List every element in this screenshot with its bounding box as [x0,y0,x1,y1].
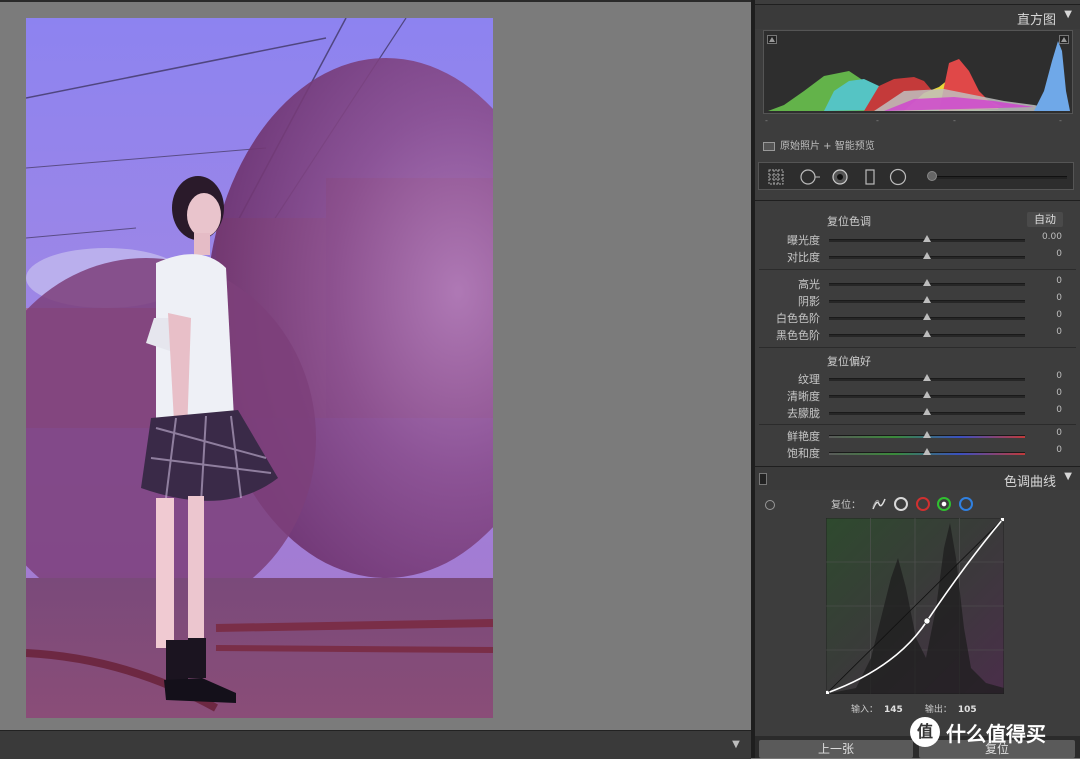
slider-knob[interactable] [923,431,931,438]
shadow-clipping-indicator-icon[interactable] [767,35,777,44]
slider-label: 黑色色阶 [776,329,820,342]
slider-label: 纹理 [798,373,820,386]
slider-knob[interactable] [923,296,931,303]
histogram [763,30,1073,114]
tone-curve-panel: 复位： 输入： 145 输出： 105 [755,490,1080,725]
rgb-channel-icon[interactable] [894,496,908,511]
watermark-logo: 值 [910,717,940,747]
slider-value[interactable]: 0 [1056,388,1062,398]
divider [759,347,1076,348]
slider-knob[interactable] [923,330,931,337]
whites-slider[interactable]: 白色色阶 0 [755,309,1080,325]
tool-strip [758,162,1074,190]
radial-filter-icon[interactable] [889,168,907,186]
tone-curve-header[interactable]: 色调曲线 ▼ [755,466,1080,491]
histogram-title: 直方图 [1016,13,1056,28]
slider-value[interactable]: 0 [1056,428,1062,438]
collapse-arrow-icon[interactable]: ▼ [1064,471,1072,482]
blue-channel-icon[interactable] [958,496,973,511]
preview-status-icon [763,141,775,151]
slider-value[interactable]: 0 [1056,327,1062,337]
target-adjustment-icon[interactable] [765,500,775,510]
curve-reset-label[interactable]: 复位： [831,500,861,511]
histogram-header[interactable]: 直方图 ▼ [755,4,1080,29]
slider-value[interactable]: 0 [1056,310,1062,320]
histogram-tick: - [765,116,768,125]
slider-knob[interactable] [923,313,931,320]
red-channel-icon[interactable] [915,496,930,511]
tool-amount-track[interactable] [927,176,1067,179]
slider-value[interactable]: 0 [1056,276,1062,286]
vibrance-slider[interactable]: 鲜艳度 0 [755,427,1080,443]
parametric-curve-icon[interactable] [871,497,887,511]
highlight-clipping-indicator-icon[interactable] [1059,35,1069,44]
develop-panel: 直方图 ▼ - - - - 原始照片 + 智能预览 复位色调 自动 曝光度 0.… [755,0,1080,758]
exposure-slider[interactable]: 曝光度 0.00 [755,231,1080,247]
slider-knob[interactable] [923,235,931,242]
graduated-filter-icon[interactable] [861,168,879,186]
slider-knob[interactable] [923,448,931,455]
clarity-slider[interactable]: 清晰度 0 [755,387,1080,403]
reset-tone-button[interactable]: 复位色调 [827,213,871,229]
photo-preview[interactable] [26,18,493,718]
green-channel-icon[interactable] [937,496,951,511]
divider [759,269,1076,270]
auto-tone-button[interactable]: 自动 [1027,212,1063,227]
slider-label: 饱和度 [787,447,820,460]
contrast-slider[interactable]: 对比度 0 [755,248,1080,264]
watermark-text: 什么值得买 [946,721,1046,746]
crop-overlay-icon[interactable] [767,168,785,186]
texture-slider[interactable]: 纹理 0 [755,370,1080,386]
blacks-slider[interactable]: 黑色色阶 0 [755,326,1080,342]
slider-label: 白色色阶 [776,312,820,325]
divider [759,424,1076,425]
input-value: 145 [884,705,903,715]
panel-switch-icon[interactable] [759,473,767,485]
original-photo-info: 原始照片 + 智能预览 [763,137,875,152]
slider-knob[interactable] [923,391,931,398]
highlights-slider[interactable]: 高光 0 [755,275,1080,291]
histogram-tick: - [876,116,879,125]
saturation-slider[interactable]: 饱和度 0 [755,444,1080,460]
slider-knob[interactable] [923,252,931,259]
slider-value[interactable]: 0 [1056,445,1062,455]
previous-button[interactable]: 上一张 [759,740,913,758]
red-eye-icon[interactable] [831,168,849,186]
histogram-tick-marks: - - - - [763,116,1073,126]
slider-label: 清晰度 [787,390,820,403]
slider-label: 去朦胧 [787,407,820,420]
dehaze-slider[interactable]: 去朦胧 0 [755,404,1080,420]
photo-viewer [0,0,751,730]
histogram-tick: - [953,116,956,125]
slider-knob[interactable] [923,279,931,286]
shadows-slider[interactable]: 阴影 0 [755,292,1080,308]
slider-value[interactable]: 0 [1056,293,1062,303]
slider-knob[interactable] [923,408,931,415]
curve-channel-selector: 复位： [831,496,973,512]
collapse-arrow-icon[interactable]: ▼ [1064,9,1072,20]
slider-label: 曝光度 [787,234,820,247]
tone-curve-title: 色调曲线 [1003,475,1056,490]
slider-value[interactable]: 0 [1056,249,1062,259]
slider-value[interactable]: 0 [1056,405,1062,415]
tool-amount-knob[interactable] [927,171,937,181]
input-label: 输入： [851,705,879,715]
slider-label: 阴影 [798,295,820,308]
slider-label: 对比度 [787,251,820,264]
slider-knob[interactable] [923,374,931,381]
filmstrip-toggle-icon[interactable]: ▼ [729,738,743,752]
original-photo-label: 原始照片 + 智能预览 [780,141,875,152]
slider-value[interactable]: 0 [1056,371,1062,381]
basic-panel: 复位色调 自动 曝光度 0.00 对比度 0 高光 0 阴影 0 白色色阶 0 [755,200,1080,463]
tone-curve-graph[interactable] [826,518,1004,694]
reset-presence-button[interactable]: 复位偏好 [827,353,871,369]
slider-label: 高光 [798,278,820,291]
slider-value[interactable]: 0.00 [1042,232,1062,242]
histogram-tick: - [1059,116,1062,125]
filmstrip-bar: ▼ [0,730,751,759]
slider-label: 鲜艳度 [787,430,820,443]
spot-removal-icon[interactable] [799,168,821,186]
site-watermark: 值 什么值得买 [910,714,1046,750]
